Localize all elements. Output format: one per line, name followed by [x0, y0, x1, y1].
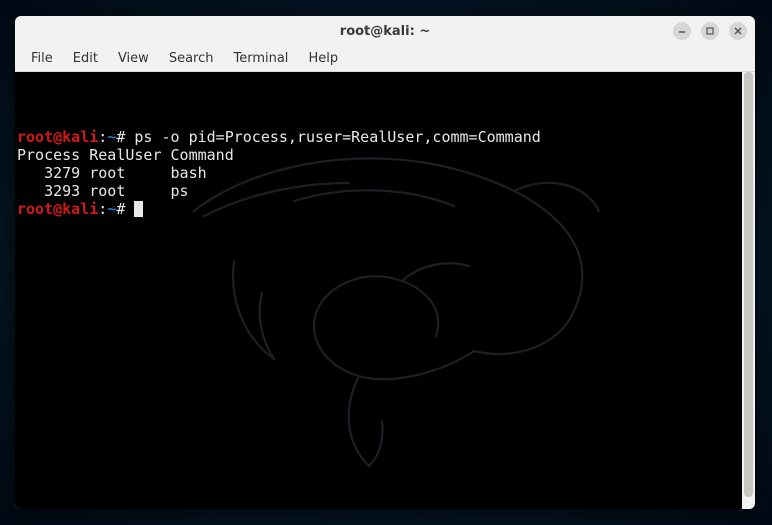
terminal-content: root@kali:~# ps -o pid=Process,ruser=Rea…	[17, 128, 738, 218]
window-title: root@kali: ~	[340, 24, 430, 39]
terminal-window: root@kali: ~ File Edit View Search Termi…	[15, 16, 755, 509]
prompt-host: kali	[62, 200, 98, 218]
prompt-user: root	[17, 200, 53, 218]
scrollbar-thumb[interactable]	[744, 72, 753, 497]
terminal-area: root@kali:~# ps -o pid=Process,ruser=Rea…	[15, 72, 755, 509]
cursor	[134, 201, 143, 217]
prompt-host: kali	[62, 128, 98, 146]
prompt-sep: :	[98, 128, 107, 146]
prompt-path: ~	[107, 200, 116, 218]
output-header: Process RealUser Command	[17, 146, 234, 164]
scrollbar-end	[742, 497, 755, 509]
close-button[interactable]	[729, 22, 747, 40]
close-icon	[734, 27, 742, 35]
prompt-path: ~	[107, 128, 116, 146]
prompt-at: @	[53, 200, 62, 218]
menu-search[interactable]: Search	[159, 48, 224, 69]
output-row: 3279 root bash	[17, 164, 207, 182]
prompt-user: root	[17, 128, 53, 146]
minimize-icon	[678, 27, 686, 35]
prompt-sigil: #	[116, 128, 125, 146]
command-text: ps -o pid=Process,ruser=RealUser,comm=Co…	[134, 128, 540, 146]
prompt-sigil: #	[116, 200, 125, 218]
terminal[interactable]: root@kali:~# ps -o pid=Process,ruser=Rea…	[15, 72, 742, 509]
output-row: 3293 root ps	[17, 182, 189, 200]
menu-view[interactable]: View	[108, 48, 159, 69]
menu-edit[interactable]: Edit	[63, 48, 108, 69]
prompt-at: @	[53, 128, 62, 146]
prompt-sep: :	[98, 200, 107, 218]
menu-file[interactable]: File	[21, 48, 63, 69]
maximize-button[interactable]	[701, 22, 719, 40]
menubar: File Edit View Search Terminal Help	[15, 46, 755, 72]
menu-terminal[interactable]: Terminal	[223, 48, 298, 69]
maximize-icon	[706, 27, 714, 35]
minimize-button[interactable]	[673, 22, 691, 40]
window-controls	[673, 22, 747, 40]
titlebar[interactable]: root@kali: ~	[15, 16, 755, 46]
terminal-scrollbar[interactable]	[742, 72, 755, 509]
menu-help[interactable]: Help	[298, 48, 348, 69]
